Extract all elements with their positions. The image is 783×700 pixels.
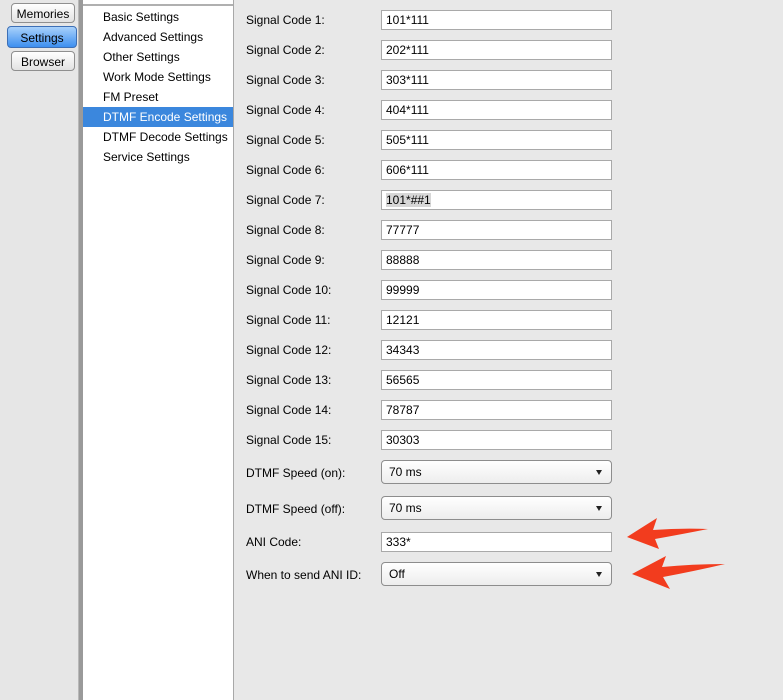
signal-code-7-field[interactable]: 101*##1 [381, 190, 612, 210]
nav-item-dtmf-encode-settings[interactable]: DTMF Encode Settings [83, 107, 233, 127]
dtmf-speed-on-select[interactable]: 70 ms [381, 460, 612, 484]
annotation-arrow-icon [632, 556, 725, 589]
signal-code-13-label: Signal Code 13: [246, 373, 332, 387]
signal-code-1-label: Signal Code 1: [246, 13, 325, 27]
settings-category-list: Basic Settings Advanced Settings Other S… [83, 0, 234, 700]
signal-code-11-field[interactable]: 12121 [381, 310, 612, 330]
nav-item-other-settings[interactable]: Other Settings [83, 47, 233, 67]
dtmf-speed-off-select[interactable]: 70 ms [381, 496, 612, 520]
ani-send-value: Off [389, 567, 405, 581]
signal-code-14-label: Signal Code 14: [246, 403, 332, 417]
signal-code-5-label: Signal Code 5: [246, 133, 325, 147]
signal-code-6-field[interactable]: 606*111 [381, 160, 612, 180]
signal-code-15-field[interactable]: 30303 [381, 430, 612, 450]
ani-send-label: When to send ANI ID: [246, 568, 362, 582]
nav-item-dtmf-decode-settings[interactable]: DTMF Decode Settings [83, 127, 233, 147]
chevron-down-icon [596, 506, 602, 511]
view-tab-column: Memories Settings Browser [0, 0, 79, 700]
signal-code-15-label: Signal Code 15: [246, 433, 332, 447]
nav-item-fm-preset[interactable]: FM Preset [83, 87, 233, 107]
dtmf-speed-off-label: DTMF Speed (off): [246, 502, 346, 516]
dtmf-encode-settings-panel: Signal Code 1: 101*111 Signal Code 2: 20… [237, 0, 783, 700]
signal-code-8-label: Signal Code 8: [246, 223, 325, 237]
nav-item-basic-settings[interactable]: Basic Settings [83, 7, 233, 27]
ani-send-select[interactable]: Off [381, 562, 612, 586]
list-header-divider [83, 4, 233, 6]
ani-code-field[interactable]: 333* [381, 532, 612, 552]
signal-code-2-field[interactable]: 202*111 [381, 40, 612, 60]
nav-item-service-settings[interactable]: Service Settings [83, 147, 233, 167]
signal-code-12-field[interactable]: 34343 [381, 340, 612, 360]
chevron-down-icon [596, 470, 602, 475]
signal-code-2-label: Signal Code 2: [246, 43, 325, 57]
signal-code-7-label: Signal Code 7: [246, 193, 325, 207]
signal-code-1-field[interactable]: 101*111 [381, 10, 612, 30]
signal-code-12-label: Signal Code 12: [246, 343, 332, 357]
signal-code-4-label: Signal Code 4: [246, 103, 325, 117]
signal-code-9-label: Signal Code 9: [246, 253, 325, 267]
tab-settings[interactable]: Settings [7, 26, 77, 48]
signal-code-14-field[interactable]: 78787 [381, 400, 612, 420]
tab-browser[interactable]: Browser [11, 51, 75, 71]
chevron-down-icon [596, 572, 602, 577]
dtmf-speed-on-value: 70 ms [389, 465, 422, 479]
dtmf-speed-off-value: 70 ms [389, 501, 422, 515]
signal-code-10-label: Signal Code 10: [246, 283, 332, 297]
signal-code-8-field[interactable]: 77777 [381, 220, 612, 240]
tab-memories[interactable]: Memories [11, 3, 75, 23]
selected-text: 101*##1 [386, 193, 431, 207]
signal-code-3-label: Signal Code 3: [246, 73, 325, 87]
signal-code-5-field[interactable]: 505*111 [381, 130, 612, 150]
nav-item-work-mode-settings[interactable]: Work Mode Settings [83, 67, 233, 87]
signal-code-11-label: Signal Code 11: [246, 313, 331, 327]
nav-item-advanced-settings[interactable]: Advanced Settings [83, 27, 233, 47]
signal-code-3-field[interactable]: 303*111 [381, 70, 612, 90]
signal-code-13-field[interactable]: 56565 [381, 370, 612, 390]
ani-code-label: ANI Code: [246, 535, 302, 549]
dtmf-speed-on-label: DTMF Speed (on): [246, 466, 346, 480]
signal-code-10-field[interactable]: 99999 [381, 280, 612, 300]
signal-code-4-field[interactable]: 404*111 [381, 100, 612, 120]
annotation-arrow-icon [627, 518, 708, 549]
signal-code-9-field[interactable]: 88888 [381, 250, 612, 270]
signal-code-6-label: Signal Code 6: [246, 163, 325, 177]
